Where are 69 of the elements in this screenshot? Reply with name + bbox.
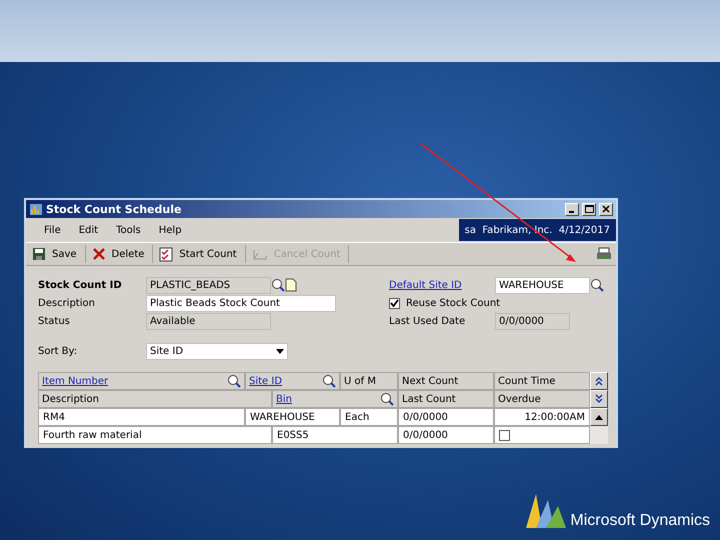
table-cell: Fourth raw material [38,426,272,444]
table-cell: 0/0/0000 [398,426,494,444]
cancel-count-icon [252,247,268,261]
up-arrow-icon [595,414,603,420]
column-header-link[interactable]: Bin [276,394,377,404]
printer-icon[interactable] [596,247,612,261]
input-field[interactable]: Plastic Beads Stock Count [146,294,336,312]
field-label: Description [38,298,96,308]
column-header-label: Overdue [498,394,542,404]
column-header-label: Last Count [402,394,457,404]
default-site-link[interactable]: Default Site ID [389,280,495,290]
app-icon [29,202,43,216]
checkmark-icon [390,299,399,307]
input-field[interactable]: PLASTIC_BEADS [146,276,271,294]
document-icon[interactable] [285,278,297,292]
menu-item[interactable]: File [42,224,63,236]
column-header-label: U of M [344,376,377,386]
scroll-up-button[interactable] [590,408,608,426]
window-title: Stock Count Schedule [46,202,182,216]
table-cell: RM4 [38,408,245,426]
double-chevron-down-icon [594,394,604,404]
magnifier-icon[interactable] [380,392,394,406]
expand-rows-button[interactable] [590,390,608,408]
table-cell: E0SS5 [272,426,398,444]
company-date-label: sa Fabrikam, Inc. 4/12/2017 [458,219,616,241]
magnifier-icon[interactable] [322,374,336,388]
column-header-label: Description [42,394,100,404]
table-cell: 12:00:00AM [494,408,590,426]
status-value: Available [146,312,271,330]
toolbar-button[interactable]: Save [30,245,86,263]
clipboard-check-icon [159,246,174,262]
menu-item[interactable]: Tools [114,224,143,236]
magnifier-icon[interactable] [271,278,285,292]
table-cell: 0/0/0000 [398,408,494,426]
column-header-label: Count Time [498,376,556,386]
column-header-label: Next Count [402,376,460,386]
delete-x-icon [92,247,106,261]
sort-dropdown[interactable]: Site ID [146,342,288,360]
logo-text: Microsoft Dynamics [570,512,710,530]
field-label: Sort By: [38,346,78,356]
checkbox[interactable] [499,430,510,440]
column-header[interactable]: Bin [272,390,398,408]
column-header[interactable]: Site ID [245,372,340,390]
date-value: 0/0/0000 [495,312,570,330]
maximize-icon [584,205,594,213]
table-cell: WAREHOUSE [245,408,340,426]
collapse-rows-button[interactable] [590,372,608,390]
field-label: Status [38,316,71,326]
menu-item[interactable]: Edit [76,224,100,236]
close-icon [602,205,610,213]
double-chevron-up-icon [594,376,604,386]
magnifier-icon[interactable] [590,278,604,292]
magnifier-icon[interactable] [227,374,241,388]
column-header[interactable]: Item Number [38,372,245,390]
maximize-button[interactable] [582,202,596,216]
toolbar-button[interactable]: Delete [90,245,154,263]
column-header-link[interactable]: Item Number [42,376,224,386]
dropdown-arrow-icon [276,348,284,354]
input-field[interactable]: WAREHOUSE [495,276,590,294]
field-label: Stock Count ID [38,280,123,290]
checkbox-label: Reuse Stock Count [406,298,500,308]
checkbox[interactable] [389,298,400,308]
field-label: Last Used Date [389,316,466,326]
minimize-button[interactable] [565,202,579,216]
column-header-link[interactable]: Site ID [249,376,319,386]
close-button[interactable] [599,202,613,216]
toolbar-button[interactable]: Start Count [157,245,246,263]
menu-item[interactable]: Help [156,224,184,236]
table-cell: Each [340,408,398,426]
